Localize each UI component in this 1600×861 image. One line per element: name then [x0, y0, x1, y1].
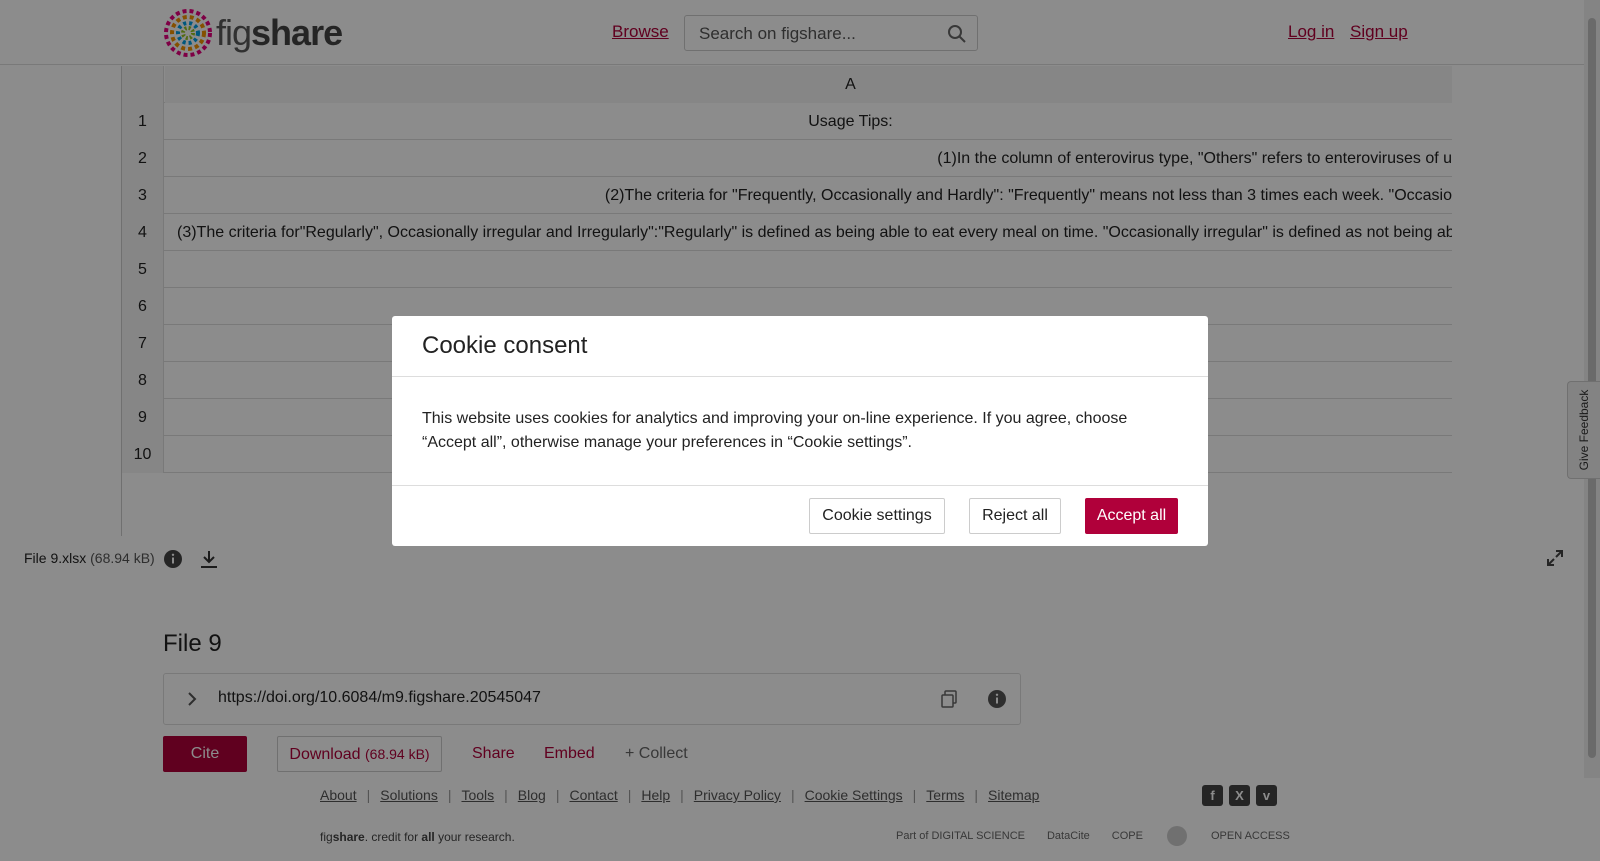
- cookie-settings-button[interactable]: Cookie settings: [809, 498, 945, 534]
- reject-all-button[interactable]: Reject all: [969, 498, 1061, 534]
- dialog-title: Cookie consent: [422, 332, 588, 359]
- dialog-message: This website uses cookies for analytics …: [422, 410, 1128, 451]
- cookie-consent-dialog: Cookie consent This website uses cookies…: [392, 316, 1208, 546]
- divider: [392, 485, 1208, 486]
- accept-all-button[interactable]: Accept all: [1085, 498, 1178, 534]
- divider: [392, 376, 1208, 377]
